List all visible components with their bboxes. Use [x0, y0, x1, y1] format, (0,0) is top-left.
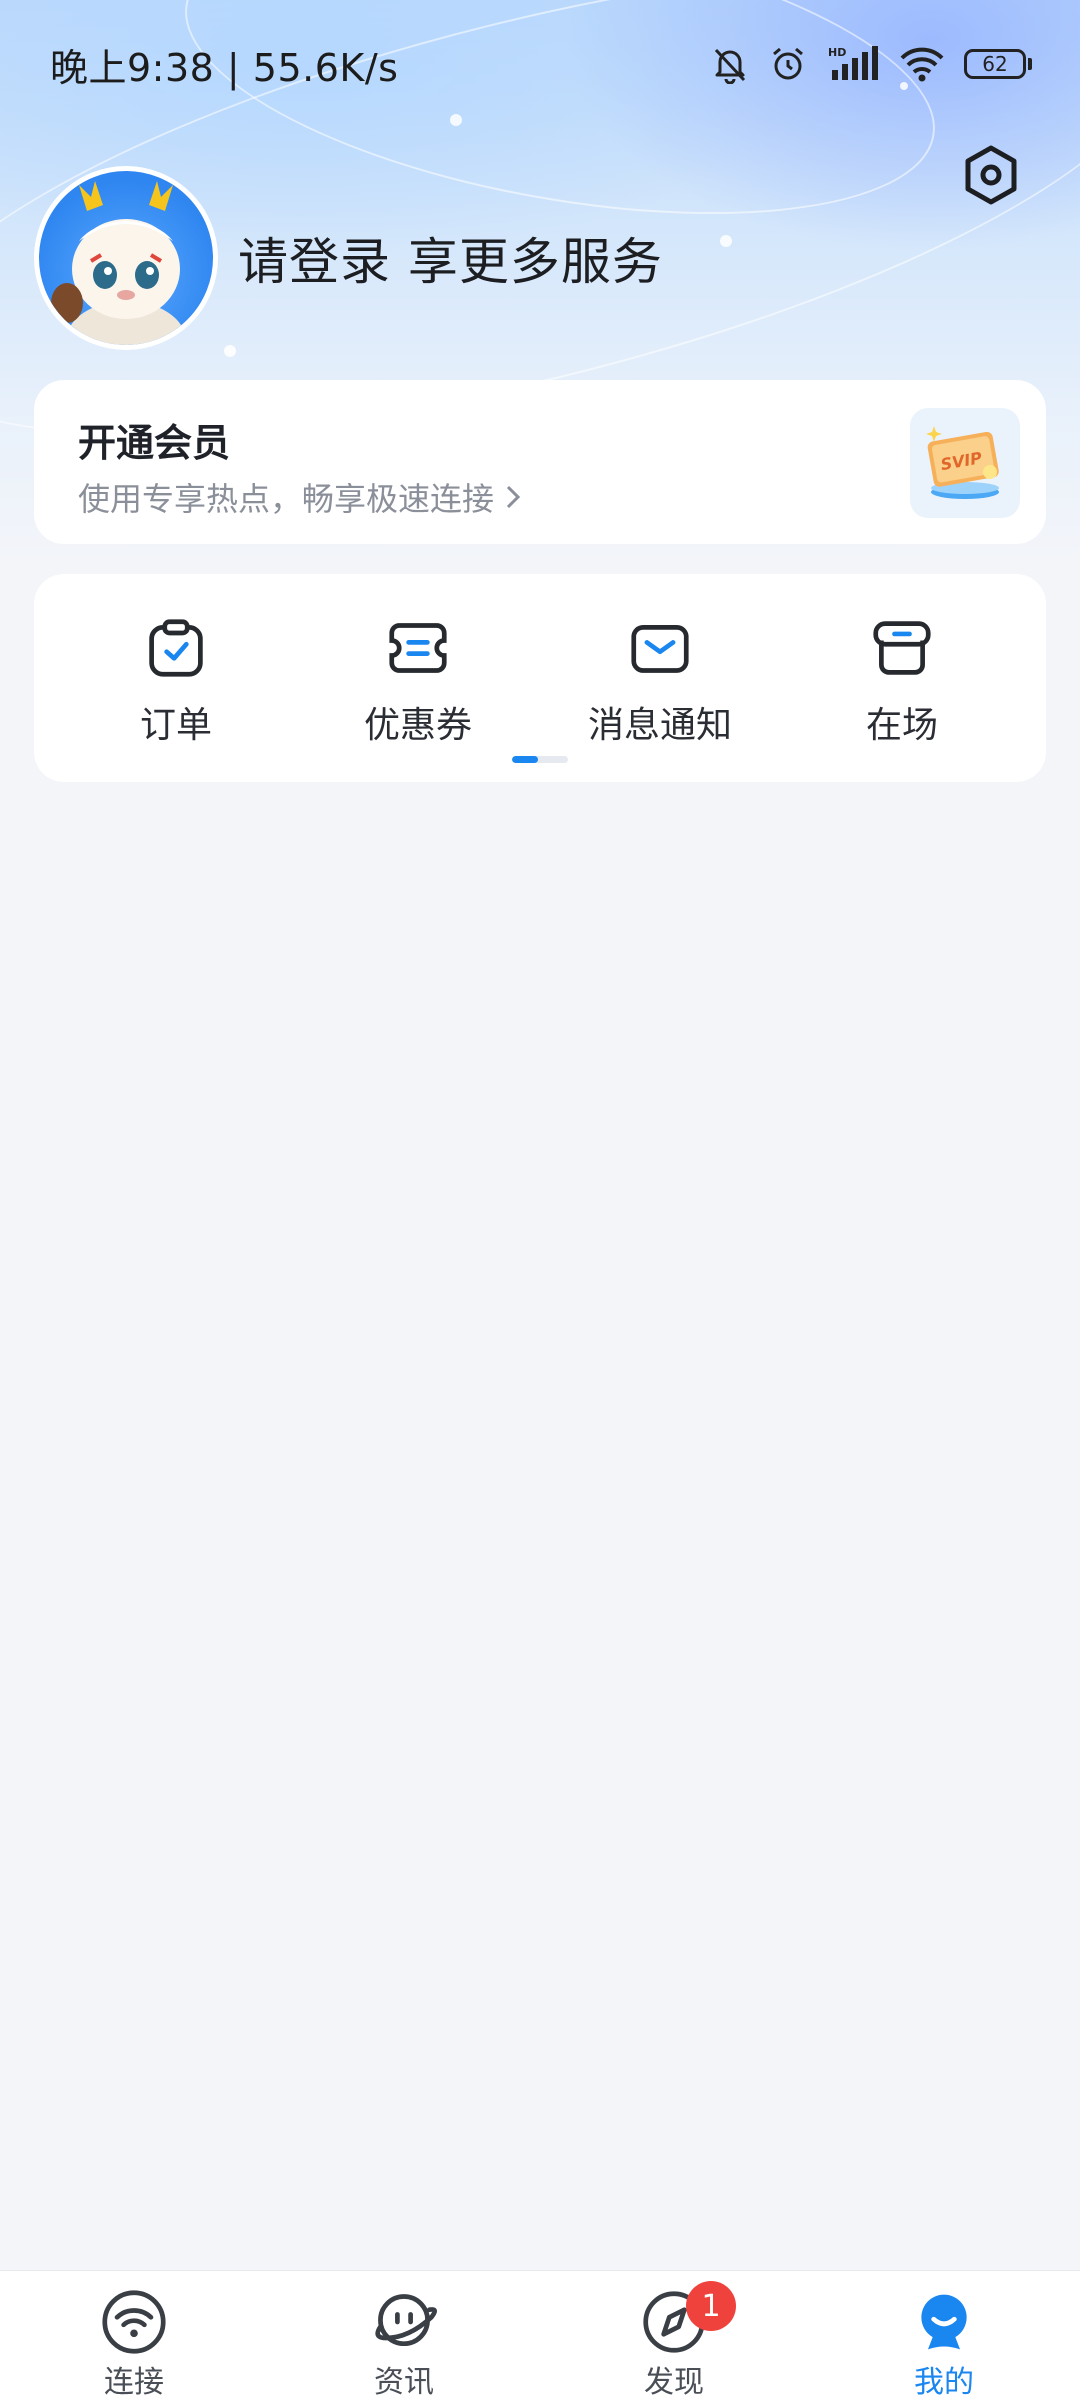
coupon-icon: [389, 623, 447, 673]
planet-nav-icon: [375, 2294, 437, 2347]
quick-actions-card: 订单 优惠券 消息通知 在场: [34, 574, 1046, 782]
status-icons: HD 62: [710, 44, 1032, 84]
battery-icon: 62: [964, 49, 1032, 79]
quick-action-label: 消息通知: [587, 705, 732, 746]
svg-text:HD: HD: [828, 46, 846, 59]
nav-label: 我的: [914, 2365, 974, 2400]
vip-subtitle-row: 使用专享热点，畅享极速连接: [78, 474, 522, 520]
quick-action-notifications[interactable]: 消息通知: [560, 618, 760, 748]
clipboard-check-icon: [149, 619, 203, 677]
quick-action-coupons[interactable]: 优惠券: [318, 618, 518, 748]
quick-action-onsite[interactable]: 在场: [802, 618, 1002, 748]
hd-signal-icon: HD: [828, 46, 878, 80]
avatar[interactable]: [34, 166, 218, 350]
quick-action-label: 优惠券: [363, 705, 472, 746]
nav-label: 发现: [644, 2365, 704, 2400]
envelope-icon: [631, 625, 689, 673]
chevron-right-icon: [506, 485, 521, 509]
status-time-speed: 晚上9:38 | 55.6K/s: [50, 45, 399, 90]
vip-title: 开通会员: [78, 421, 231, 465]
quick-action-label: 订单: [139, 705, 212, 746]
svip-badge-icon: SVIP: [910, 408, 1020, 518]
page-indicator: [512, 756, 568, 763]
nav-tab-discover[interactable]: 发现 1: [574, 2271, 774, 2400]
wifi-icon: [900, 47, 944, 82]
bell-muted-icon: [714, 48, 746, 84]
quick-action-label: 在场: [865, 705, 938, 746]
profile-nav-icon: [921, 2294, 967, 2350]
nav-label: 资讯: [374, 2365, 434, 2400]
bottom-nav: 连接 资讯 发现 1 我的: [0, 2270, 1080, 2400]
vip-subtitle: 使用专享热点，畅享极速连接: [78, 480, 495, 518]
quick-action-orders[interactable]: 订单: [76, 618, 276, 748]
alarm-icon: [773, 47, 803, 80]
settings-hexagon-icon: [965, 145, 1017, 205]
nav-tab-mine[interactable]: 我的: [844, 2271, 1044, 2400]
settings-button[interactable]: [958, 142, 1024, 208]
store-icon: [873, 621, 931, 675]
vip-membership-card[interactable]: 开通会员 使用专享热点，畅享极速连接 SVIP: [34, 380, 1046, 544]
login-prompt[interactable]: 请登录 享更多服务: [238, 222, 663, 294]
nav-tab-news[interactable]: 资讯: [304, 2271, 504, 2400]
notification-badge: 1: [686, 2281, 736, 2331]
battery-level: 62: [964, 49, 1026, 79]
wifi-nav-icon: [102, 2290, 166, 2354]
nav-tab-connect[interactable]: 连接: [34, 2271, 234, 2400]
dragon-mascot-icon: [51, 181, 186, 345]
nav-label: 连接: [104, 2365, 164, 2400]
status-bar: 晚上9:38 | 55.6K/s HD 62: [0, 0, 1080, 128]
